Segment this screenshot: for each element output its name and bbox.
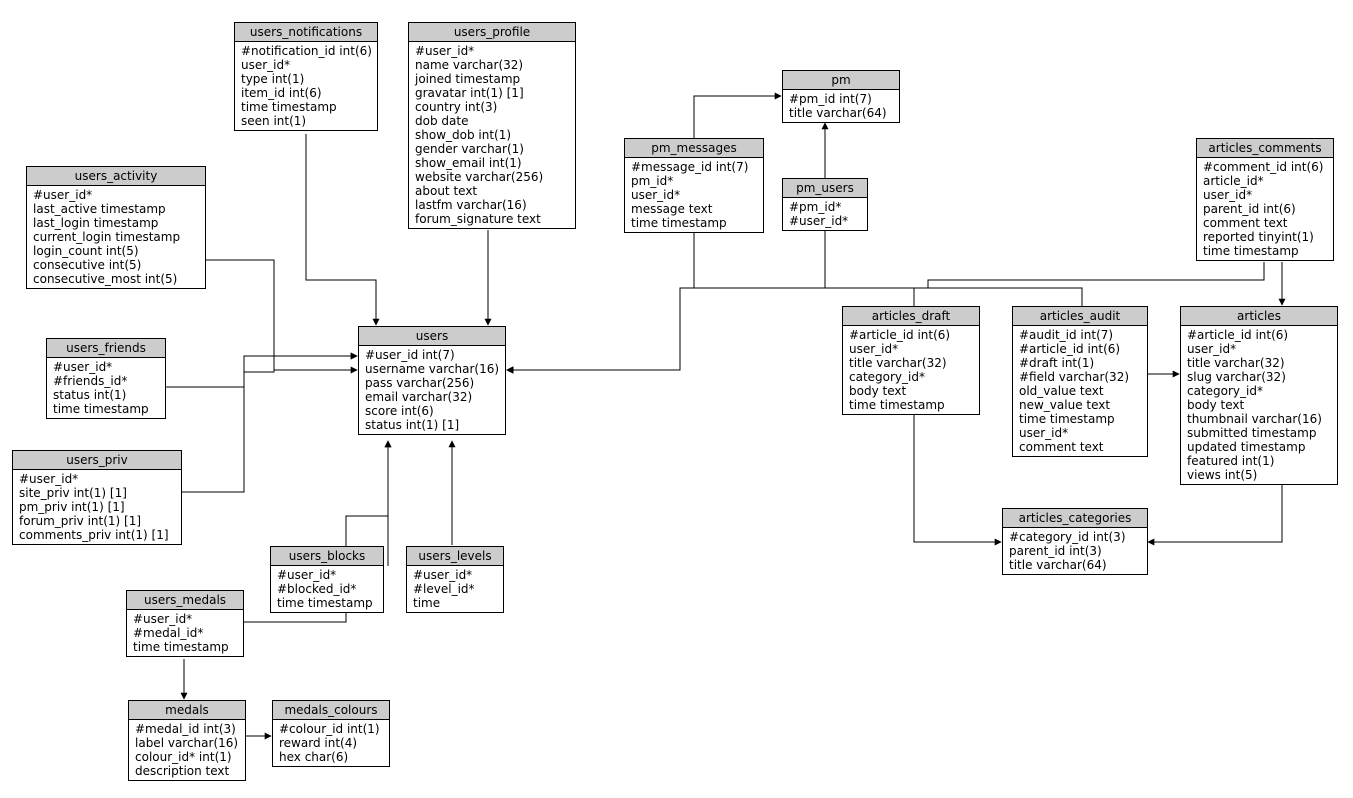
er-diagram: users_notifications#notification_id int(… xyxy=(0,0,1353,798)
table-columns: #user_id* #medal_id* time timestamp xyxy=(127,610,243,656)
table-articles-comments: articles_comments#comment_id int(6) arti… xyxy=(1196,138,1334,261)
table-articles-draft: articles_draft#article_id int(6) user_id… xyxy=(842,306,980,415)
table-users-levels: users_levels#user_id* #level_id* time xyxy=(406,546,504,613)
table-columns: #audit_id int(7) #article_id int(6) #dra… xyxy=(1013,326,1147,456)
table-columns: #comment_id int(6) article_id* user_id* … xyxy=(1197,158,1333,260)
table-title: pm xyxy=(783,71,899,90)
table-columns: #user_id* site_priv int(1) [1] pm_priv i… xyxy=(13,470,181,544)
table-pm-users: pm_users#pm_id* #user_id* xyxy=(782,178,868,231)
table-title: medals_colours xyxy=(273,701,389,720)
table-title: users_activity xyxy=(27,167,205,186)
table-columns: #user_id* #friends_id* status int(1) tim… xyxy=(47,358,165,418)
table-pm: pm#pm_id int(7) title varchar(64) xyxy=(782,70,900,123)
table-title: articles_categories xyxy=(1003,509,1147,528)
table-title: users xyxy=(359,327,505,346)
table-title: articles_audit xyxy=(1013,307,1147,326)
table-title: articles_draft xyxy=(843,307,979,326)
table-title: users_blocks xyxy=(271,547,383,566)
table-columns: #colour_id int(1) reward int(4) hex char… xyxy=(273,720,389,766)
table-users-blocks: users_blocks#user_id* #blocked_id* time … xyxy=(270,546,384,613)
table-columns: #medal_id int(3) label varchar(16) colou… xyxy=(129,720,245,780)
table-columns: #category_id int(3) parent_id int(3) tit… xyxy=(1003,528,1147,574)
table-columns: #user_id* #level_id* time xyxy=(407,566,503,612)
table-articles: articles#article_id int(6) user_id* titl… xyxy=(1180,306,1338,485)
table-title: pm_users xyxy=(783,179,867,198)
table-columns: #user_id* #blocked_id* time timestamp xyxy=(271,566,383,612)
table-columns: #article_id int(6) user_id* title varcha… xyxy=(843,326,979,414)
table-title: users_friends xyxy=(47,339,165,358)
table-articles-categories: articles_categories#category_id int(3) p… xyxy=(1002,508,1148,575)
table-articles-audit: articles_audit#audit_id int(7) #article_… xyxy=(1012,306,1148,457)
table-medals: medals#medal_id int(3) label varchar(16)… xyxy=(128,700,246,781)
table-users-profile: users_profile#user_id* name varchar(32) … xyxy=(408,22,576,229)
table-columns: #pm_id* #user_id* xyxy=(783,198,867,230)
table-title: articles xyxy=(1181,307,1337,326)
table-title: users_notifications xyxy=(235,23,377,42)
table-users-notifications: users_notifications#notification_id int(… xyxy=(234,22,378,131)
table-users-priv: users_priv#user_id* site_priv int(1) [1]… xyxy=(12,450,182,545)
table-pm-messages: pm_messages#message_id int(7) pm_id* use… xyxy=(624,138,764,233)
table-users-friends: users_friends#user_id* #friends_id* stat… xyxy=(46,338,166,419)
table-columns: #user_id* last_active timestamp last_log… xyxy=(27,186,205,288)
table-users-activity: users_activity#user_id* last_active time… xyxy=(26,166,206,289)
table-users: users#user_id int(7) username varchar(16… xyxy=(358,326,506,435)
table-medals-colours: medals_colours#colour_id int(1) reward i… xyxy=(272,700,390,767)
table-title: pm_messages xyxy=(625,139,763,158)
table-title: users_levels xyxy=(407,547,503,566)
table-columns: #message_id int(7) pm_id* user_id* messa… xyxy=(625,158,763,232)
table-title: users_priv xyxy=(13,451,181,470)
table-columns: #user_id* name varchar(32) joined timest… xyxy=(409,42,575,228)
table-title: users_medals xyxy=(127,591,243,610)
table-users-medals: users_medals#user_id* #medal_id* time ti… xyxy=(126,590,244,657)
table-title: articles_comments xyxy=(1197,139,1333,158)
table-columns: #user_id int(7) username varchar(16) pas… xyxy=(359,346,505,434)
table-columns: #article_id int(6) user_id* title varcha… xyxy=(1181,326,1337,484)
table-title: users_profile xyxy=(409,23,575,42)
table-columns: #pm_id int(7) title varchar(64) xyxy=(783,90,899,122)
relationship-arrows xyxy=(0,0,1353,798)
table-title: medals xyxy=(129,701,245,720)
table-columns: #notification_id int(6) user_id* type in… xyxy=(235,42,377,130)
